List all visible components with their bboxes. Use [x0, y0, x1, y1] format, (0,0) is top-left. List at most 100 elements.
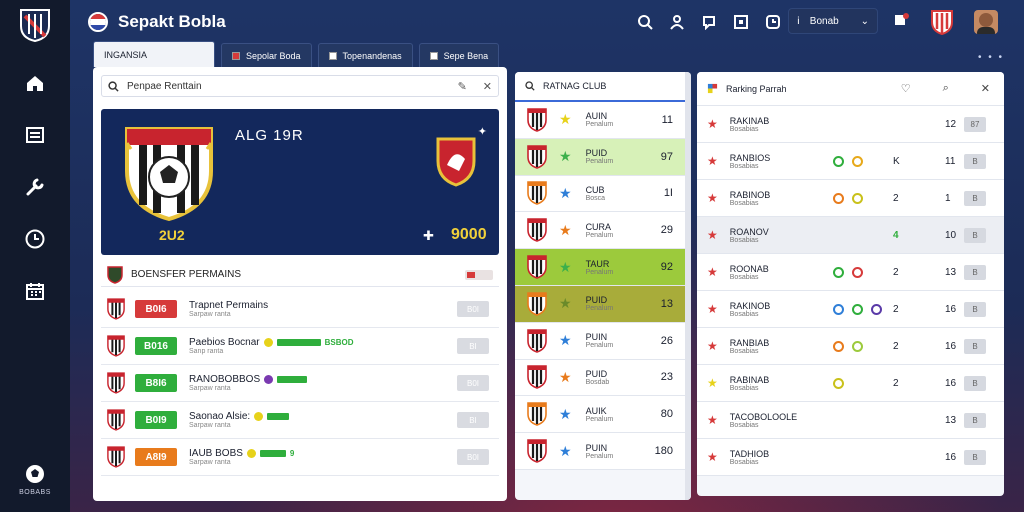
star-icon[interactable]: ★ — [707, 376, 718, 390]
language-select[interactable]: ⅰ Bonab ⌄ — [788, 8, 878, 34]
tab-topenandenas[interactable]: Topenandenas — [317, 43, 413, 67]
fixture-row[interactable]: B0I9 Saonao Alsie: Sarpaw ranta BI — [101, 402, 499, 439]
star-icon[interactable]: ★ — [707, 228, 718, 242]
fixture-row[interactable]: B016 Paebios Bocnar BSBOD Sanp ranta BI — [101, 328, 499, 365]
search-icon[interactable]: ⌕ — [943, 82, 949, 95]
ranking-pill-button[interactable]: B — [964, 264, 986, 280]
club-ranking-header[interactable]: RATNAG CLUB — [515, 72, 685, 102]
star-icon[interactable]: ★ — [707, 302, 718, 316]
ranking-row[interactable]: ★ RANBIAB Bosabias 2 16 B — [697, 328, 1004, 365]
star-icon[interactable]: ★ — [707, 154, 718, 168]
arrow-icon[interactable]: ✚ — [423, 228, 434, 244]
fixture-row[interactable]: B0I6 Trapnet Permains Sarpaw ranta B0I — [101, 291, 499, 328]
club-points: 1I — [663, 187, 673, 200]
ranking-pill-button[interactable]: B — [964, 153, 986, 169]
club-row[interactable]: ★ CURA Penalum 29 — [515, 212, 691, 250]
ranking-row[interactable]: ★ TADHIOB Bosabias 16 B — [697, 439, 1004, 476]
star-icon[interactable]: ★ — [559, 222, 572, 239]
user-icon[interactable] — [668, 13, 686, 31]
avatar[interactable] — [974, 10, 998, 34]
star-icon[interactable]: ★ — [559, 185, 572, 202]
ranking-pill-button[interactable]: B — [964, 227, 986, 243]
club-row[interactable]: ★ PUID Penalum 13 — [515, 285, 691, 323]
fixture-row[interactable]: A8I9 IAUB BOBS 9 Sarpaw ranta B0I — [101, 439, 499, 476]
club-points: 97 — [660, 150, 673, 163]
star-icon[interactable]: ★ — [559, 443, 572, 460]
ranking-pill-button[interactable]: B — [964, 412, 986, 428]
form-dot-icon — [852, 266, 863, 278]
ranking-pill-button[interactable]: B — [964, 375, 986, 391]
chat-icon[interactable] — [700, 13, 718, 31]
star-icon[interactable]: ★ — [707, 265, 718, 279]
search-text: Penpae Renttain — [127, 80, 202, 92]
star-icon[interactable]: ★ — [559, 369, 572, 386]
star-icon[interactable]: ★ — [707, 450, 718, 464]
ranking-row[interactable]: ★ RAKINOB Bosabias 2 16 B — [697, 291, 1004, 328]
close-icon[interactable]: ✕ — [981, 82, 990, 95]
ranking-row[interactable]: ★ ROONAB Bosabias 2 13 B — [697, 254, 1004, 291]
club-logo-icon[interactable] — [19, 8, 51, 42]
search-icon[interactable] — [636, 13, 654, 31]
club-row[interactable]: ★ PUIN Penalum 180 — [515, 433, 691, 470]
heart-icon[interactable]: ♡ — [901, 82, 911, 95]
tab-sepolar-boda[interactable]: Sepolar Boda — [221, 43, 312, 67]
star-icon[interactable]: ★ — [559, 295, 572, 312]
search-bar[interactable]: Penpae Renttain ✎ ✕ — [101, 75, 499, 97]
star-icon[interactable]: ★ — [707, 339, 718, 353]
featured-match-card[interactable]: ALG 19R 2U2 ✦ ✚ 9000 — [101, 109, 499, 255]
home-icon[interactable] — [20, 68, 50, 98]
tab-sepe-bena[interactable]: Sepe Bena — [418, 43, 500, 67]
fixture-row[interactable]: B8I6 RANOBOBBOS Sarpaw ranta B0I — [101, 365, 499, 402]
club-row[interactable]: ★ TAUR Penalum 92 — [515, 249, 691, 286]
star-icon[interactable]: ★ — [559, 332, 572, 349]
scrollbar[interactable] — [685, 72, 691, 500]
ranking-row[interactable]: ★ ROANOV Bosabias 4 10 B — [697, 217, 1004, 254]
star-icon[interactable]: ★ — [707, 413, 718, 427]
tab-ingansia[interactable]: INGANSIA — [93, 41, 215, 67]
window-icon[interactable] — [732, 13, 750, 31]
edit-icon[interactable]: ✎ — [458, 80, 467, 93]
brand[interactable]: Sepakt Bobla — [88, 12, 226, 32]
fixture-action-button[interactable]: B0I — [457, 301, 489, 317]
team-badge-icon[interactable] — [930, 9, 954, 35]
fixture-sub: Sanp ranta — [189, 348, 224, 355]
wrench-icon[interactable] — [20, 172, 50, 202]
club-row[interactable]: ★ PUIN Penalum 26 — [515, 322, 691, 360]
clock-icon[interactable] — [20, 224, 50, 254]
football-icon[interactable] — [24, 463, 46, 485]
club-sub: Penalum — [585, 342, 614, 350]
ranking-row[interactable]: ★ RANBIOS Bosabias K 11 B — [697, 143, 1004, 180]
ranking-pill-button[interactable]: B — [964, 338, 986, 354]
star-icon[interactable]: ★ — [559, 406, 572, 423]
star-icon[interactable]: ★ — [707, 191, 718, 205]
ranking-row[interactable]: ★ RAKINAB Bosabias 12 87 — [697, 106, 1004, 143]
ranking-name: RABINOB — [729, 189, 771, 200]
puzzle-icon[interactable] — [892, 11, 910, 34]
star-icon[interactable]: ★ — [707, 117, 718, 131]
ranking-pill-button[interactable]: B — [964, 190, 986, 206]
more-icon[interactable]: • • • — [978, 52, 1004, 63]
ranking-row[interactable]: ★ TACOBOLOOLE Bosabias 13 B — [697, 402, 1004, 439]
ranking-row[interactable]: ★ RABINAB Bosabias 2 16 B — [697, 365, 1004, 402]
club-row[interactable]: ★ PUID Bosdab 23 — [515, 359, 691, 397]
fixture-action-button[interactable]: BI — [457, 338, 489, 354]
fixture-action-button[interactable]: B0I — [457, 449, 489, 465]
star-icon[interactable]: ★ — [559, 111, 572, 128]
fixture-action-button[interactable]: BI — [457, 412, 489, 428]
star-icon[interactable]: ★ — [559, 148, 572, 165]
ranking-pill-button[interactable]: B — [964, 449, 986, 465]
ranking-pill-button[interactable]: 87 — [964, 116, 986, 132]
calendar-icon[interactable] — [20, 276, 50, 306]
ranking-row[interactable]: ★ RABINOB Bosabias 2 1 B — [697, 180, 1004, 217]
club-row[interactable]: ★ AUIN Penalum 11 — [515, 102, 691, 139]
settings-icon[interactable]: ✦ — [478, 125, 487, 138]
close-icon[interactable]: ✕ — [483, 80, 492, 93]
club-row[interactable]: ★ AUIK Penalum 80 — [515, 396, 691, 434]
star-icon[interactable]: ★ — [559, 259, 572, 276]
timer-icon[interactable] — [764, 13, 782, 31]
ranking-pill-button[interactable]: B — [964, 301, 986, 317]
list-icon[interactable] — [20, 120, 50, 150]
fixture-action-button[interactable]: B0I — [457, 375, 489, 391]
club-row[interactable]: ★ CUB Bosca 1I — [515, 175, 691, 213]
club-row[interactable]: ★ PUID Penalum 97 — [515, 138, 691, 176]
